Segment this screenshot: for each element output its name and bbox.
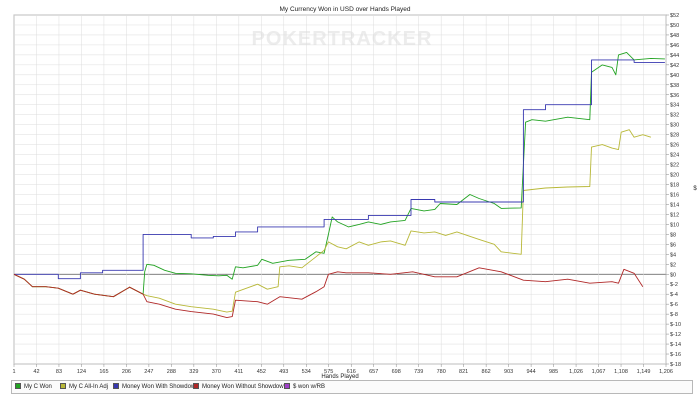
y-tick-label: $-12 — [670, 332, 681, 338]
y-tick-label: $38 — [670, 83, 679, 89]
x-tick-label: 124 — [77, 369, 86, 375]
series-line-2 — [14, 59, 665, 280]
legend-item[interactable]: Money Won Without Showdown — [193, 383, 287, 393]
x-tick-label: 698 — [392, 369, 401, 375]
x-tick-label: 903 — [504, 369, 513, 375]
y-tick-label: $-18 — [670, 362, 681, 368]
x-tick-label: 1,149 — [637, 369, 651, 375]
y-tick-label: $0 — [670, 272, 676, 278]
x-tick-label: 534 — [302, 369, 311, 375]
y-tick-label: $12 — [670, 212, 679, 218]
y-tick-label: $24 — [670, 153, 679, 159]
y-tick-label: $2 — [670, 262, 676, 268]
legend-swatch — [113, 383, 119, 390]
series-lines — [13, 51, 665, 319]
y-tick-label: $14 — [670, 202, 679, 208]
x-tick-label: 821 — [459, 369, 468, 375]
x-tick-label: 862 — [482, 369, 491, 375]
y-tick-label: $34 — [670, 103, 679, 109]
y-axis-ticks: $-18 $-16 $-14 $-12 $-10 $-8 $-6 $-4 $-2 $0 $2 $4 $6… — [666, 13, 681, 368]
legend-item[interactable]: $ won w/RB — [284, 383, 325, 393]
legend-label: My C Won — [24, 384, 52, 390]
x-tick-label: 493 — [279, 369, 288, 375]
y-tick-label: $22 — [670, 163, 679, 169]
x-tick-label: 370 — [212, 369, 221, 375]
x-tick-label: 1,206 — [659, 369, 673, 375]
x-tick-label: 206 — [122, 369, 131, 375]
x-tick-label: 739 — [414, 369, 423, 375]
x-tick-label: 247 — [144, 369, 153, 375]
y-tick-label: $-2 — [670, 282, 678, 288]
y-tick-label: $30 — [670, 123, 679, 129]
chart-svg: My Currency Won in USD over Hands Played… — [12, 6, 697, 380]
y-tick-label: $4 — [670, 252, 676, 258]
plot-area — [13, 14, 667, 365]
legend-label: $ won w/RB — [293, 384, 326, 390]
x-tick-label: 83 — [56, 369, 62, 375]
legend-item[interactable]: My C Won — [15, 383, 52, 393]
y-tick-label: $10 — [670, 222, 679, 228]
x-tick-label: 985 — [549, 369, 558, 375]
y-axis-label: $ — [693, 186, 697, 192]
legend-swatch — [60, 383, 66, 390]
y-tick-label: $8 — [670, 232, 676, 238]
y-tick-label: $-6 — [670, 302, 678, 308]
legend-label: Money Won With Showdown — [122, 384, 199, 390]
watermark: POKERTRACKER — [252, 28, 433, 50]
y-tick-label: $-16 — [670, 352, 681, 358]
series-line-3 — [13, 267, 644, 319]
x-tick-label: 411 — [234, 369, 243, 375]
x-tick-label: 165 — [99, 369, 108, 375]
grid — [13, 14, 667, 365]
y-tick-label: $26 — [670, 143, 679, 149]
x-tick-label: 780 — [437, 369, 446, 375]
x-tick-label: 1,026 — [569, 369, 583, 375]
legend-swatch — [15, 383, 21, 390]
chart: My Currency Won in USD over Hands Played… — [0, 0, 700, 401]
y-tick-label: $48 — [670, 33, 679, 39]
series-line-1 — [13, 129, 652, 313]
y-tick-label: $32 — [670, 113, 679, 119]
y-tick-label: $-14 — [670, 342, 681, 348]
y-tick-label: $6 — [670, 242, 676, 248]
y-tick-label: $40 — [670, 73, 679, 79]
legend-swatch — [284, 383, 290, 390]
y-tick-label: $44 — [670, 53, 679, 59]
legend-item[interactable]: My C All-In Adj — [60, 383, 108, 393]
y-tick-label: $18 — [670, 183, 679, 189]
legend-item[interactable]: Money Won With Showdown — [113, 383, 199, 393]
x-tick-label: 1 — [12, 369, 15, 375]
y-tick-label: $20 — [670, 173, 679, 179]
legend: My C Won My C All-In Adj Money Won With Sh… — [11, 380, 693, 394]
x-tick-label: 1,108 — [614, 369, 628, 375]
y-tick-label: $42 — [670, 63, 679, 69]
x-tick-label: 944 — [527, 369, 536, 375]
legend-label: My C All-In Adj — [69, 384, 109, 390]
y-tick-label: $52 — [670, 13, 679, 19]
y-tick-label: $-8 — [670, 312, 678, 318]
x-tick-label: 1,067 — [592, 369, 606, 375]
x-tick-label: 452 — [257, 369, 266, 375]
chart-title: My Currency Won in USD over Hands Played — [279, 6, 410, 13]
legend-swatch — [193, 383, 199, 390]
y-tick-label: $50 — [670, 23, 679, 29]
y-tick-label: $36 — [670, 93, 679, 99]
y-tick-label: $46 — [670, 43, 679, 49]
x-tick-label: 657 — [369, 369, 378, 375]
x-tick-label: 288 — [167, 369, 176, 375]
y-tick-label: $-10 — [670, 322, 681, 328]
legend-label: Money Won Without Showdown — [202, 384, 287, 390]
y-tick-label: $16 — [670, 192, 679, 198]
y-tick-label: $-4 — [670, 292, 678, 298]
x-tick-label: 329 — [189, 369, 198, 375]
x-tick-label: 42 — [33, 369, 39, 375]
y-tick-label: $28 — [670, 133, 679, 139]
